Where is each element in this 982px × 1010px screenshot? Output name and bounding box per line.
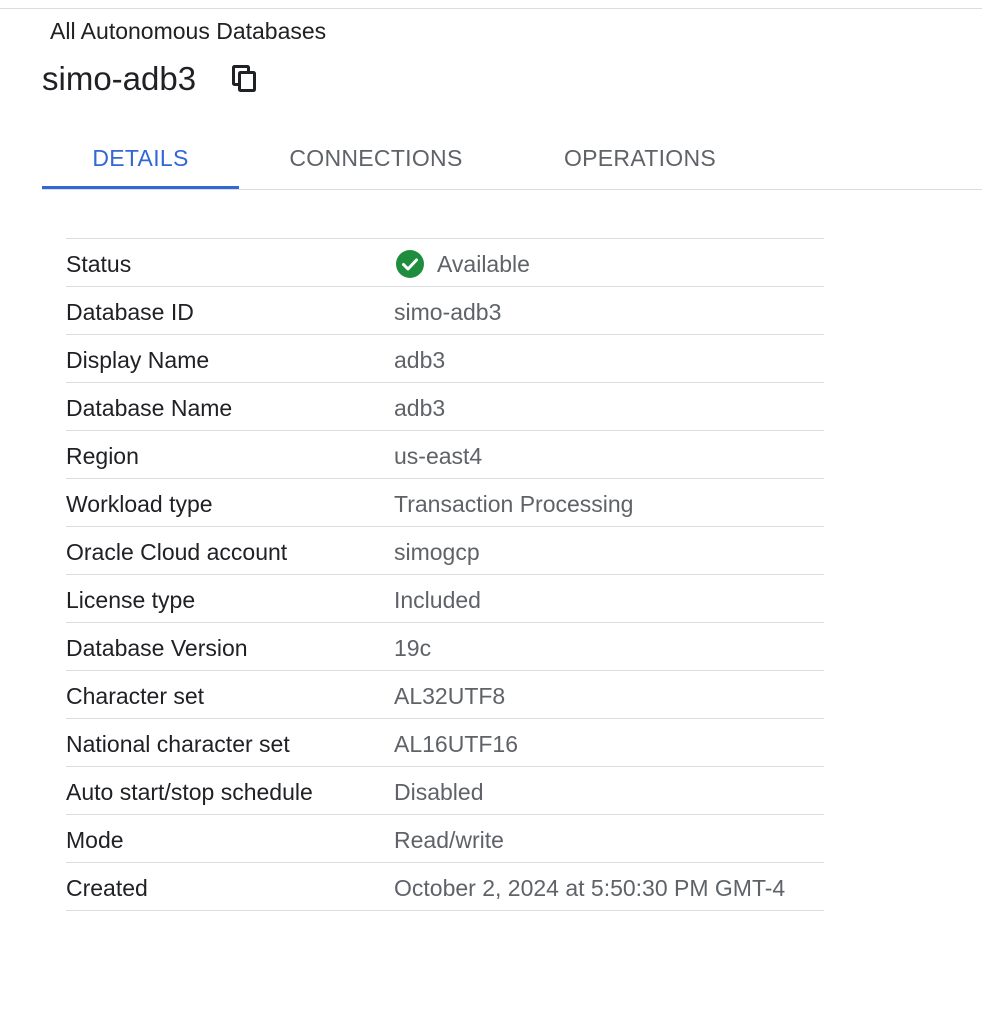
database-id-label: Database ID: [66, 299, 194, 325]
page-title: simo-adb3: [42, 60, 197, 97]
database-id-value: simo-adb3: [394, 299, 502, 325]
display-name-value: adb3: [394, 347, 446, 373]
created-label: Created: [66, 875, 148, 901]
table-row: National character set AL16UTF16: [66, 718, 824, 767]
table-row: Auto start/stop schedule Disabled: [66, 766, 824, 815]
table-row: Created October 2, 2024 at 5:50:30 PM GM…: [66, 862, 824, 911]
workload-type-value: Transaction Processing: [394, 491, 634, 517]
database-version-label: Database Version: [66, 635, 248, 661]
table-row: Character set AL32UTF8: [66, 670, 824, 719]
check-circle-icon: [396, 250, 424, 278]
database-name-label: Database Name: [66, 395, 233, 421]
region-label: Region: [66, 443, 139, 469]
license-type-label: License type: [66, 587, 196, 613]
table-row: Workload type Transaction Processing: [66, 478, 824, 527]
oracle-cloud-account-label: Oracle Cloud account: [66, 539, 288, 565]
region-value: us-east4: [394, 443, 483, 469]
status-value: Available: [394, 244, 824, 284]
license-type-value: Included: [394, 587, 481, 613]
auto-start-stop-schedule-value: Disabled: [394, 779, 484, 805]
copy-icon[interactable]: [230, 64, 260, 94]
table-row: Database Version 19c: [66, 622, 824, 671]
tab-operations[interactable]: OPERATIONS: [513, 126, 767, 190]
mode-value: Read/write: [394, 827, 504, 853]
table-row: License type Included: [66, 574, 824, 623]
table-row: Mode Read/write: [66, 814, 824, 863]
table-row: Oracle Cloud account simogcp: [66, 526, 824, 575]
tab-connections[interactable]: CONNECTIONS: [239, 126, 513, 190]
database-name-value: adb3: [394, 395, 446, 421]
display-name-label: Display Name: [66, 347, 210, 373]
top-divider: [0, 8, 982, 9]
character-set-value: AL32UTF8: [394, 683, 506, 709]
title-row: simo-adb3: [42, 56, 260, 102]
tab-bar: DETAILS CONNECTIONS OPERATIONS: [42, 126, 767, 190]
created-value: October 2, 2024 at 5:50:30 PM GMT-4: [394, 875, 786, 901]
status-label: Status: [66, 251, 132, 277]
national-character-set-label: National character set: [66, 731, 290, 757]
national-character-set-value: AL16UTF16: [394, 731, 519, 757]
table-row: Database ID simo-adb3: [66, 286, 824, 335]
workload-type-label: Workload type: [66, 491, 213, 517]
character-set-label: Character set: [66, 683, 205, 709]
breadcrumb-all-autonomous-databases[interactable]: All Autonomous Databases: [50, 16, 326, 46]
tab-details[interactable]: DETAILS: [42, 126, 239, 190]
table-row: Region us-east4: [66, 430, 824, 479]
oracle-cloud-account-value: simogcp: [394, 539, 480, 565]
table-row: Display Name adb3: [66, 334, 824, 383]
table-row: Status Available: [66, 238, 824, 287]
auto-start-stop-schedule-label: Auto start/stop schedule: [66, 779, 313, 805]
database-version-value: 19c: [394, 635, 432, 661]
details-table: Status Available Database ID simo-adb3 D…: [66, 238, 824, 911]
table-row: Database Name adb3: [66, 382, 824, 431]
copy-icon-svg: [232, 65, 257, 92]
mode-label: Mode: [66, 827, 124, 853]
status-text: Available: [437, 251, 530, 277]
tabs-divider: [42, 189, 982, 190]
